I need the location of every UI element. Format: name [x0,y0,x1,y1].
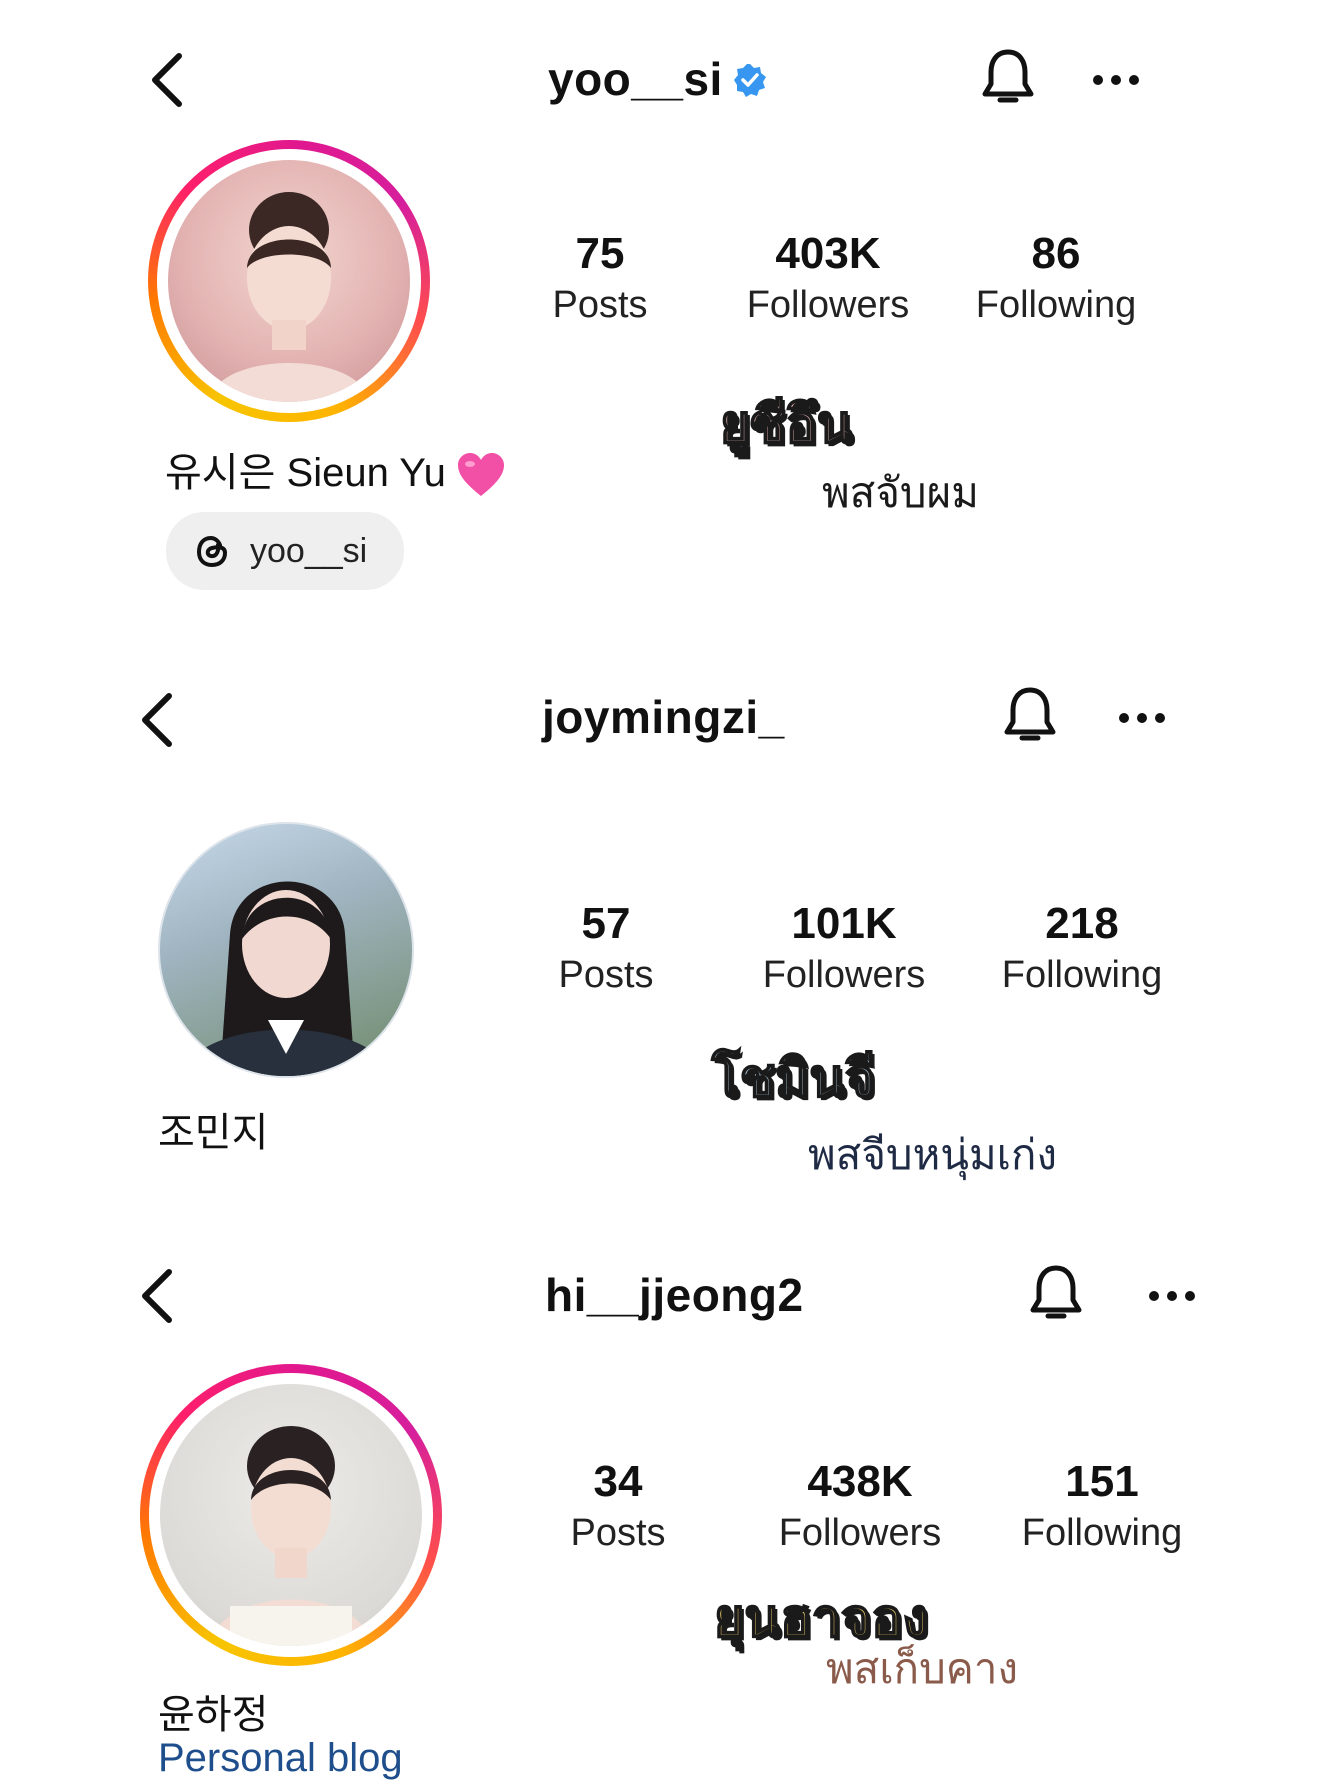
full-name: 유시은 Sieun Yu [165,440,506,498]
verified-badge-icon [733,63,766,97]
stat-label: Followers [778,1512,942,1554]
stat-followers[interactable]: 403K Followers [718,228,938,330]
stat-value: 101K [791,899,897,948]
bell-icon[interactable] [1026,1262,1086,1324]
profile-header-1: yoo__si 75 Posts 403K Followers 86 Follo… [0,0,1344,620]
avatar-portrait [210,1426,372,1646]
stat-value: 57 [581,899,631,948]
stat-label: Posts [570,1512,666,1554]
full-name-text: 유시은 Sieun Yu [165,451,446,495]
full-name: 윤하정 [158,1693,269,1737]
profile-username: hi__jjeong2 [545,1269,804,1321]
stat-following[interactable]: 151 Following [992,1456,1212,1558]
stat-label: Followers [746,284,910,326]
pink-heart-emoji [457,453,504,497]
profile-header-2: joymingzi_ 57 Posts 101K Followers 218 F… [0,640,1344,1200]
stat-value: 151 [1065,1457,1139,1506]
overlay-subtitle: พสเก็บคาง [826,1644,1018,1693]
overlay-title: ยูซีอึน [719,394,854,456]
stat-posts[interactable]: 34 Posts [508,1456,728,1558]
threads-link-chip[interactable]: yoo__si [166,512,404,590]
profile-header-3: hi__jjeong2 34 Posts 438K Followers 151 … [0,1212,1344,1792]
stat-label: Following [975,284,1137,326]
stat-value: 75 [575,229,625,278]
stat-followers[interactable]: 438K Followers [750,1456,970,1558]
bell-icon[interactable] [1000,684,1060,746]
avatar-portrait [208,192,370,402]
profile-username: joymingzi_ [542,691,785,743]
full-name: 조민지 [158,1111,269,1155]
more-options-icon[interactable] [1092,74,1140,86]
threads-handle: yoo__si [250,531,368,570]
overlay-subtitle: พสจับผม [822,468,979,517]
more-options-icon[interactable] [1148,1290,1196,1302]
overlay-title: โชมินจี [711,1048,877,1110]
story-ring[interactable] [148,140,430,422]
stat-followers[interactable]: 101K Followers [734,898,954,1000]
back-chevron-icon[interactable] [145,50,189,110]
stat-value: 34 [593,1457,643,1506]
back-chevron-icon[interactable] [135,690,179,750]
stat-posts[interactable]: 75 Posts [490,228,710,330]
stat-value: 218 [1045,899,1119,948]
back-chevron-icon[interactable] [135,1266,179,1326]
overlay-subtitle: พสจีบหนุ่มเก่ง [808,1130,1057,1179]
stat-value: 86 [1031,229,1081,278]
stat-label: Posts [552,284,648,326]
avatar-portrait [180,881,392,1076]
threads-icon [196,535,228,568]
profile-username: yoo__si [548,52,767,106]
stat-label: Posts [558,954,654,996]
avatar [168,160,410,402]
profile-category: Personal blog [158,1736,403,1780]
avatar[interactable] [158,822,414,1078]
bell-icon[interactable] [978,46,1038,108]
stat-label: Followers [762,954,926,996]
stat-value: 403K [775,229,881,278]
stat-label: Following [1021,1512,1183,1554]
stat-value: 438K [807,1457,913,1506]
stat-following[interactable]: 86 Following [946,228,1166,330]
more-options-icon[interactable] [1118,712,1166,724]
username-text: yoo__si [548,53,723,105]
stat-posts[interactable]: 57 Posts [496,898,716,1000]
stat-label: Following [1001,954,1163,996]
stat-following[interactable]: 218 Following [972,898,1192,1000]
avatar [160,1384,422,1646]
story-ring[interactable] [140,1364,442,1666]
